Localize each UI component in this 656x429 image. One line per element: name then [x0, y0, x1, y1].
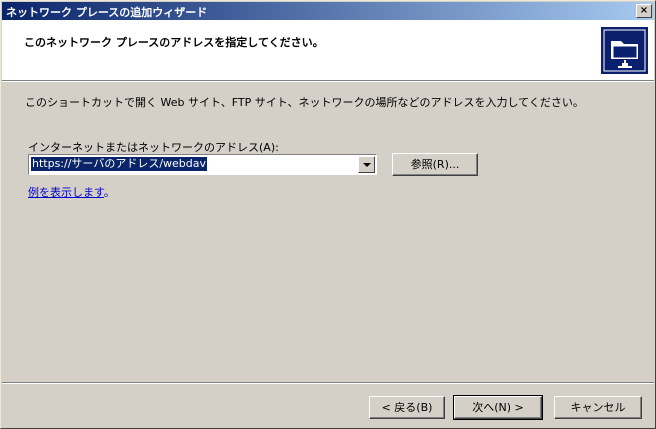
title-bar[interactable]: ネットワーク プレースの追加ウィザード × [2, 2, 654, 20]
examples-link[interactable]: 例を表示します [28, 186, 104, 199]
back-button[interactable]: < 戻る(B) [369, 396, 445, 419]
network-folder-icon [601, 27, 648, 74]
window-title: ネットワーク プレースの追加ウィザード [6, 6, 208, 19]
address-label: インターネットまたはネットワークのアドレス(A): [28, 141, 279, 154]
footer-separator [2, 382, 654, 384]
wizard-window: ネットワーク プレースの追加ウィザード × このネットワーク プレースのアドレス… [0, 0, 656, 429]
wizard-header: このネットワーク プレースのアドレスを指定してください。 [2, 20, 654, 80]
cancel-button[interactable]: キャンセル [554, 396, 642, 419]
browse-button[interactable]: 参照(R)... [392, 153, 478, 176]
next-button[interactable]: 次へ(N) > [453, 395, 543, 420]
examples-suffix: 。 [103, 186, 115, 199]
address-combobox[interactable]: https://サーバのアドレス/webdav [28, 154, 377, 175]
address-input[interactable]: https://サーバのアドレス/webdav [31, 157, 208, 171]
close-button[interactable]: × [636, 4, 652, 18]
header-title: このネットワーク プレースのアドレスを指定してください。 [24, 36, 324, 49]
header-separator [2, 80, 654, 82]
description-text: このショートカットで開く Web サイト、FTP サイト、ネットワークの場所など… [25, 96, 584, 109]
examples-link-row: 例を表示します。 [28, 184, 115, 200]
dropdown-arrow-icon[interactable] [358, 156, 375, 173]
